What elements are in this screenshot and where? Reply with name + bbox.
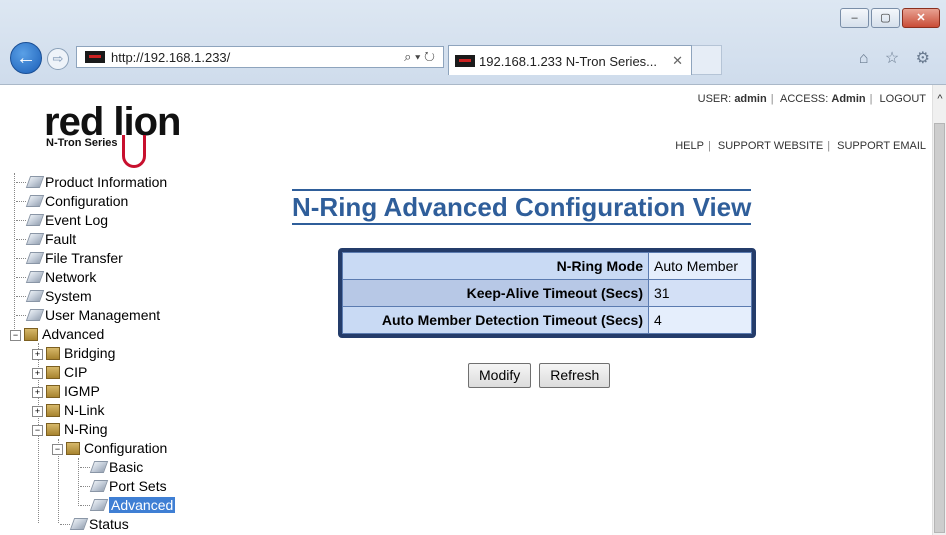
- tree-item-cip[interactable]: + CIP: [32, 363, 87, 382]
- tab-favicon-icon: [455, 55, 475, 67]
- window-controls: – ▢ ✕: [840, 8, 940, 28]
- tree-item-fault[interactable]: Fault: [16, 230, 76, 249]
- config-table: N-Ring Mode Auto Member Keep-Alive Timeo…: [338, 248, 756, 338]
- tree-item-nring-configuration[interactable]: − Configuration: [52, 439, 167, 458]
- navigation-bar: ← ⇨ http://192.168.1.233/ ⌕ ▾ ↻ 192.168.…: [0, 40, 946, 76]
- row-label: N-Ring Mode: [342, 252, 649, 280]
- page-title: N-Ring Advanced Configuration View: [292, 189, 752, 225]
- collapse-icon[interactable]: −: [52, 444, 63, 455]
- scroll-thumb[interactable]: [934, 123, 945, 533]
- maximize-button[interactable]: ▢: [871, 8, 900, 28]
- page-icon: [89, 461, 109, 473]
- tree-item-status[interactable]: Status: [60, 515, 129, 534]
- logo-subtitle: N-Tron Series: [46, 137, 118, 149]
- tree-item-network[interactable]: Network: [16, 268, 96, 287]
- row-value: 4: [648, 306, 752, 334]
- help-bar: HELP | SUPPORT WEBSITE | SUPPORT EMAIL: [675, 140, 926, 152]
- search-refresh-icons[interactable]: ⌕ ▾ ↻: [404, 49, 435, 65]
- tree-item-advanced-selected[interactable]: Advanced: [80, 496, 176, 515]
- back-button[interactable]: ←: [10, 42, 42, 74]
- minimize-button[interactable]: –: [840, 8, 869, 28]
- folder-icon: [46, 366, 60, 379]
- folder-open-icon: [46, 423, 60, 436]
- page-icon: [25, 233, 45, 245]
- page-icon: [25, 309, 45, 321]
- page-icon: [25, 195, 45, 207]
- tree-item-configuration[interactable]: Configuration: [16, 192, 128, 211]
- user-name: admin: [734, 93, 767, 105]
- folder-icon: [46, 385, 60, 398]
- table-row: N-Ring Mode Auto Member: [342, 252, 752, 280]
- table-row: Auto Member Detection Timeout (Secs) 4: [342, 306, 752, 334]
- tree-item-advanced[interactable]: − Advanced: [10, 325, 104, 344]
- tree-item-user-management[interactable]: User Management: [16, 306, 160, 325]
- page-icon: [25, 214, 45, 226]
- row-value: Auto Member: [648, 252, 752, 280]
- refresh-button[interactable]: Refresh: [539, 363, 611, 388]
- expand-icon[interactable]: +: [32, 387, 43, 398]
- expand-icon[interactable]: +: [32, 349, 43, 360]
- action-buttons: Modify Refresh: [468, 363, 611, 388]
- vertical-scrollbar[interactable]: ^: [932, 85, 946, 535]
- folder-open-icon: [66, 442, 80, 455]
- support-website-link[interactable]: SUPPORT WEBSITE: [718, 140, 823, 152]
- row-label: Auto Member Detection Timeout (Secs): [342, 306, 649, 334]
- browser-chrome: – ▢ ✕ ← ⇨ http://192.168.1.233/ ⌕ ▾ ↻ 19…: [0, 0, 946, 85]
- new-tab-button[interactable]: [692, 45, 722, 75]
- tree-item-n-ring[interactable]: − N-Ring: [32, 420, 108, 439]
- user-label: USER:: [697, 93, 732, 105]
- site-favicon-icon: [85, 51, 105, 63]
- red-lion-logo: red lion N-Tron Series: [44, 101, 204, 168]
- folder-open-icon: [24, 328, 38, 341]
- home-favorites-settings-icons[interactable]: ⌂ ☆ ⚙: [859, 48, 936, 68]
- access-level: Admin: [831, 93, 866, 105]
- tab-title: 192.168.1.233 N-Tron Series...: [479, 54, 658, 69]
- tree-item-system[interactable]: System: [16, 287, 92, 306]
- scroll-up-icon[interactable]: ^: [933, 93, 946, 105]
- page-icon: [25, 252, 45, 264]
- logo-mark-icon: [122, 135, 146, 168]
- row-value: 31: [648, 279, 752, 307]
- address-bar[interactable]: http://192.168.1.233/ ⌕ ▾ ↻: [76, 46, 444, 68]
- expand-icon[interactable]: +: [32, 368, 43, 379]
- modify-button[interactable]: Modify: [468, 363, 532, 388]
- page-icon: [89, 480, 109, 492]
- page-icon: [25, 271, 45, 283]
- address-text[interactable]: http://192.168.1.233/: [111, 50, 230, 65]
- tree-item-event-log[interactable]: Event Log: [16, 211, 108, 230]
- collapse-icon[interactable]: −: [10, 330, 21, 341]
- close-window-button[interactable]: ✕: [902, 8, 940, 28]
- page-icon: [69, 518, 89, 530]
- forward-button[interactable]: ⇨: [47, 48, 69, 70]
- user-bar: USER: admin | ACCESS: Admin | LOGOUT: [697, 93, 926, 105]
- table-row: Keep-Alive Timeout (Secs) 31: [342, 279, 752, 307]
- collapse-icon[interactable]: −: [32, 425, 43, 436]
- tab-close-icon[interactable]: ✕: [672, 53, 683, 69]
- help-link[interactable]: HELP: [675, 140, 704, 152]
- support-email-link[interactable]: SUPPORT EMAIL: [837, 140, 926, 152]
- access-label: ACCESS:: [780, 93, 829, 105]
- page-content: red lion N-Tron Series USER: admin | ACCE…: [8, 85, 932, 535]
- expand-icon[interactable]: +: [32, 406, 43, 417]
- tree-item-port-sets[interactable]: Port Sets: [80, 477, 167, 496]
- folder-icon: [46, 347, 60, 360]
- tree-item-bridging[interactable]: + Bridging: [32, 344, 115, 363]
- tree-item-igmp[interactable]: + IGMP: [32, 382, 100, 401]
- tree-item-n-link[interactable]: + N-Link: [32, 401, 104, 420]
- page-icon: [89, 499, 109, 511]
- tree-item-product-information[interactable]: Product Information: [16, 173, 167, 192]
- row-label: Keep-Alive Timeout (Secs): [342, 279, 649, 307]
- folder-icon: [46, 404, 60, 417]
- page-icon: [25, 176, 45, 188]
- tree-item-basic[interactable]: Basic: [80, 458, 143, 477]
- browser-tab[interactable]: 192.168.1.233 N-Tron Series... ✕: [448, 45, 692, 75]
- logout-link[interactable]: LOGOUT: [880, 93, 926, 105]
- page-icon: [25, 290, 45, 302]
- tree-item-file-transfer[interactable]: File Transfer: [16, 249, 123, 268]
